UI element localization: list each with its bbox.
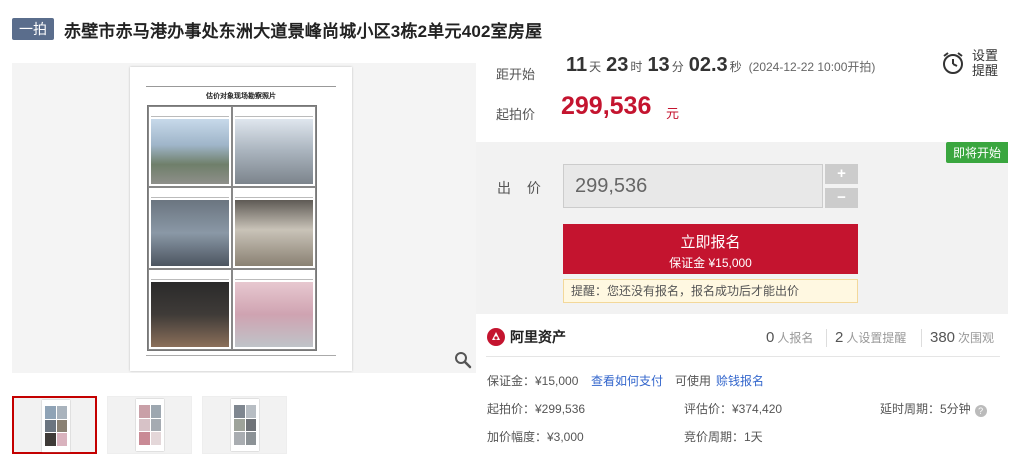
signups-stat: 0 人报名 — [766, 329, 814, 346]
countdown-days: 11 — [566, 54, 588, 76]
stats-bar: 阿里资产 0 人报名 2 人设置提醒 380 次围观 — [476, 318, 1006, 358]
signup-reminder-tip: 提醒：您还没有报名，报名成功后才能出价 — [563, 279, 858, 303]
bid-panel: 即将开始 出 价 299,536 + − 立即报名 保证金 ¥15,000 提醒… — [476, 142, 1008, 314]
countdown-label: 距开始 — [496, 67, 536, 82]
main-image-viewer[interactable]: 估价对象现场勘察照片 — [12, 63, 476, 373]
bid-stepper: + − — [825, 164, 858, 208]
title-row: 一拍 赤壁市赤马港办事处东洲大道景峰尚城小区3栋2单元402室房屋 — [12, 16, 542, 42]
thumbnail-strip — [12, 396, 297, 454]
deposit-info: 保证金：¥15,000 — [487, 374, 579, 388]
appraisal-price-info: 评估价：¥374,420 — [684, 402, 783, 416]
thumbnail-1[interactable] — [12, 396, 97, 454]
start-price-label: 起拍价 — [496, 107, 536, 122]
alarm-clock-icon — [943, 52, 963, 74]
zoom-icon[interactable] — [454, 351, 472, 369]
appraisal-document-image: 估价对象现场勘察照片 — [130, 67, 352, 371]
auction-summary: 距开始 11 天 23 时 13 分 02.3 秒 (2024-12-22 10… — [486, 46, 1006, 142]
start-price-info: 起拍价：¥299,536 — [487, 402, 586, 416]
usable-label: 可使用 — [675, 374, 712, 388]
bid-amount-input[interactable]: 299,536 — [563, 164, 823, 208]
bid-label: 出 价 — [497, 180, 547, 196]
status-badge: 即将开始 — [945, 142, 1008, 163]
how-to-pay-link[interactable]: 查看如何支付 — [591, 374, 663, 388]
countdown-seconds: 02.3 — [688, 54, 728, 76]
auction-round-badge: 一拍 — [12, 18, 54, 40]
apply-now-button[interactable]: 立即报名 保证金 ¥15,000 — [563, 224, 858, 274]
set-reminder-label: 设置提醒 — [972, 48, 999, 78]
ali-assets-logo: 阿里资产 — [486, 327, 566, 347]
delay-period-info: 延时周期：5分钟? — [880, 400, 987, 417]
countdown-minutes: 13 — [647, 54, 670, 76]
decrease-bid-button[interactable]: − — [825, 188, 858, 208]
deposit-label: 保证金 ¥15,000 — [669, 256, 752, 270]
countdown-hours: 23 — [606, 54, 629, 76]
bidding-cycle-info: 竞价周期：1天 — [684, 430, 763, 444]
earn-signup-link[interactable]: 赊钱报名 — [716, 374, 764, 388]
help-icon[interactable]: ? — [974, 405, 987, 417]
ali-assets-icon — [487, 328, 505, 346]
set-reminder-button[interactable]: 设置提醒 — [940, 48, 1000, 78]
document-title: 估价对象现场勘察照片 — [206, 93, 276, 100]
page-title: 赤壁市赤马港办事处东洲大道景峰尚城小区3栋2单元402室房屋 — [64, 21, 543, 41]
increment-info: 加价幅度：¥3,000 — [487, 430, 584, 444]
increase-bid-button[interactable]: + — [825, 164, 858, 184]
start-time: (2024-12-22 10:00开拍) — [748, 60, 876, 74]
start-price-value: 299,536 — [561, 92, 652, 120]
thumbnail-2[interactable] — [107, 396, 192, 454]
start-price-unit: 元 — [666, 106, 680, 121]
apply-now-label: 立即报名 — [680, 234, 741, 251]
reminders-stat: 2 人设置提醒 — [835, 329, 907, 346]
divider — [486, 356, 1000, 357]
views-stat: 380 次围观 — [930, 329, 995, 346]
thumbnail-3[interactable] — [202, 396, 287, 454]
countdown-timer: 11 天 23 时 13 分 02.3 秒 (2024-12-22 10:00开… — [566, 54, 876, 76]
